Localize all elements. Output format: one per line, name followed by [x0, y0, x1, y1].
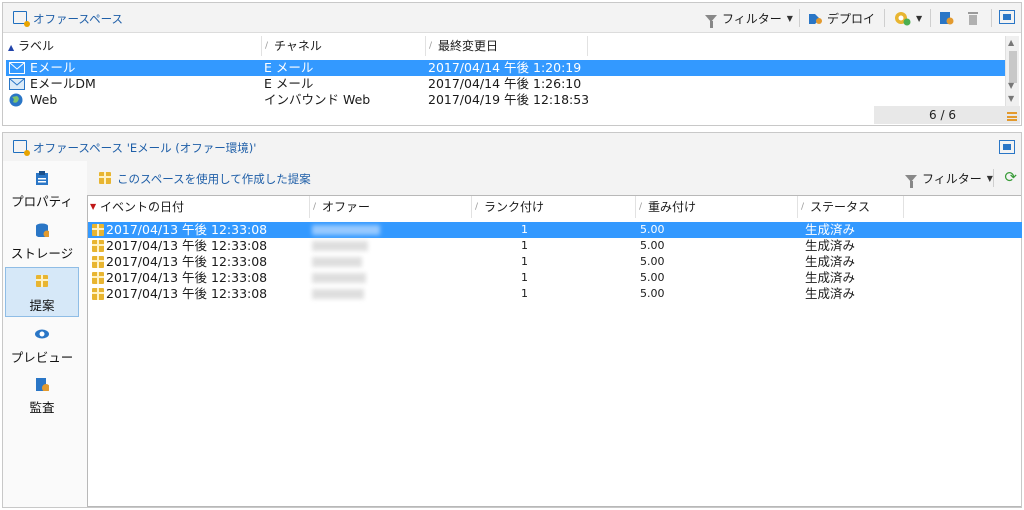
offer-spaces-grid: ▲ ラベル / チャネル / 最終変更日 Eメール E メール 2017/04/… [6, 36, 1007, 124]
offer-spaces-panel: オファースペース フィルター ▼ デプロイ ▼ ▲ ラベル / チャネル / 最… [2, 2, 1022, 126]
deploy-label: デプロイ [827, 11, 876, 26]
filter-icon [905, 174, 917, 188]
table-row[interactable]: 2017/04/13 午後 12:33:08 1 5.00 生成済み [88, 254, 1022, 270]
toolbar-divider [991, 9, 992, 27]
refresh-icon[interactable]: ⟳ [1004, 170, 1017, 185]
deploy-button[interactable]: デプロイ [807, 8, 875, 28]
globe-icon [9, 93, 23, 107]
propositions-content: このスペースを使用して作成した提案 フィルター ▼ ⟳ ▼ イベントの日付 / … [87, 161, 1022, 507]
redacted-offer [312, 273, 366, 283]
offer-spaces-titlebar: オファースペース フィルター ▼ デプロイ ▼ [3, 3, 1021, 33]
sidebar-item-propositions[interactable]: 提案 [5, 267, 79, 317]
table-row[interactable]: Web インバウンド Web 2017/04/19 午後 12:18:53 [6, 92, 1007, 108]
toolbar-divider [993, 169, 994, 187]
actions-button[interactable]: ▼ [893, 8, 922, 28]
toolbar-divider [799, 9, 800, 27]
redacted-offer [312, 289, 364, 299]
deploy-icon [809, 14, 822, 24]
column-header-rank[interactable]: / ランク付け [472, 196, 636, 218]
email-icon [9, 62, 25, 74]
detail-sidebar: プロパティ ストレージ 提案 プレビュー 監査 [3, 161, 87, 507]
propositions-toolbar: このスペースを使用して作成した提案 フィルター ▼ ⟳ [87, 161, 1021, 195]
chevron-down-icon: ▼ [786, 13, 793, 23]
scroll-up-icon[interactable]: ▲ [1008, 38, 1014, 47]
new-button[interactable] [938, 8, 954, 28]
sort-descending-icon: ▼ [90, 202, 97, 211]
table-row[interactable]: 2017/04/13 午後 12:33:08 1 5.00 生成済み [88, 238, 1022, 254]
sidebar-item-preview[interactable]: プレビュー [5, 321, 79, 369]
panel-title: オファースペース [33, 12, 124, 26]
filter-button[interactable]: フィルター ▼ [705, 8, 793, 28]
gear-icon [895, 12, 911, 26]
table-row[interactable]: Eメール E メール 2017/04/14 午後 1:20:19 [6, 60, 1007, 76]
gift-icon [92, 240, 104, 252]
detail-title: オファースペース 'Eメール (オファー環境)' [33, 141, 257, 155]
column-header-weight[interactable]: / 重み付け [636, 196, 798, 218]
scroll-down-icon[interactable]: ▼ [1008, 81, 1014, 90]
eye-icon [35, 329, 49, 339]
maximize-icon[interactable] [999, 10, 1015, 24]
gift-icon [36, 275, 48, 287]
email-icon [9, 78, 25, 90]
detail-titlebar: オファースペース 'Eメール (オファー環境)' [3, 133, 1021, 161]
column-header-status[interactable]: / ステータス [798, 196, 904, 218]
filter-button[interactable]: フィルター ▼ [905, 168, 993, 188]
toolbar-divider [930, 9, 931, 27]
gift-icon [92, 224, 104, 236]
sidebar-item-storage[interactable]: ストレージ [5, 217, 79, 265]
sidebar-item-audit[interactable]: 監査 [5, 371, 79, 419]
filter-icon [705, 14, 717, 28]
scroll-thumb[interactable] [1009, 51, 1017, 83]
sidebar-item-properties[interactable]: プロパティ [5, 165, 79, 213]
clipboard-icon [36, 171, 48, 185]
delete-button[interactable] [965, 8, 981, 28]
gift-icon [99, 172, 111, 184]
redacted-offer [312, 225, 380, 235]
offer-space-icon [13, 140, 30, 156]
table-row[interactable]: 2017/04/13 午後 12:33:08 1 5.00 生成済み [88, 270, 1022, 286]
chevron-down-icon: ▼ [986, 173, 993, 183]
column-header-channel[interactable]: / チャネル [262, 36, 426, 56]
scroll-end-icon[interactable]: ▼ [1008, 94, 1014, 103]
propositions-grid: ▼ イベントの日付 / オファー / ランク付け / 重み付け / ステータス [87, 195, 1022, 507]
sort-ascending-icon: ▲ [8, 43, 15, 52]
propositions-title: このスペースを使用して作成した提案 [117, 172, 311, 186]
toolbar-divider [884, 9, 885, 27]
redacted-offer [312, 257, 362, 267]
offer-space-detail-panel: オファースペース 'Eメール (オファー環境)' プロパティ ストレージ 提案 … [2, 132, 1022, 508]
chevron-down-icon: ▼ [916, 13, 923, 23]
vertical-scrollbar[interactable]: ▲ ▼ ▼ [1005, 36, 1019, 108]
table-row[interactable]: EメールDM E メール 2017/04/14 午後 1:26:10 [6, 76, 1007, 92]
column-header-event-date[interactable]: ▼ イベントの日付 [88, 196, 310, 218]
column-header-offer[interactable]: / オファー [310, 196, 472, 218]
offer-space-icon [13, 11, 30, 27]
record-count: 6 / 6 [874, 106, 1020, 124]
table-row[interactable]: 2017/04/13 午後 12:33:08 1 5.00 生成済み [88, 222, 1022, 238]
new-document-icon [940, 12, 954, 25]
database-icon [36, 223, 49, 237]
redacted-offer [312, 241, 368, 251]
trash-icon [968, 12, 978, 25]
audit-icon [36, 378, 49, 391]
filter-label: フィルター [722, 11, 782, 26]
gift-icon [92, 288, 104, 300]
column-header-modified[interactable]: / 最終変更日 [426, 36, 588, 56]
maximize-icon[interactable] [999, 140, 1015, 154]
table-row[interactable]: 2017/04/13 午後 12:33:08 1 5.00 生成済み [88, 286, 1022, 302]
column-header-label[interactable]: ▲ ラベル [6, 36, 262, 56]
gift-icon [92, 272, 104, 284]
list-menu-icon[interactable] [1007, 112, 1017, 121]
gift-icon [92, 256, 104, 268]
filter-label: フィルター [922, 171, 982, 186]
